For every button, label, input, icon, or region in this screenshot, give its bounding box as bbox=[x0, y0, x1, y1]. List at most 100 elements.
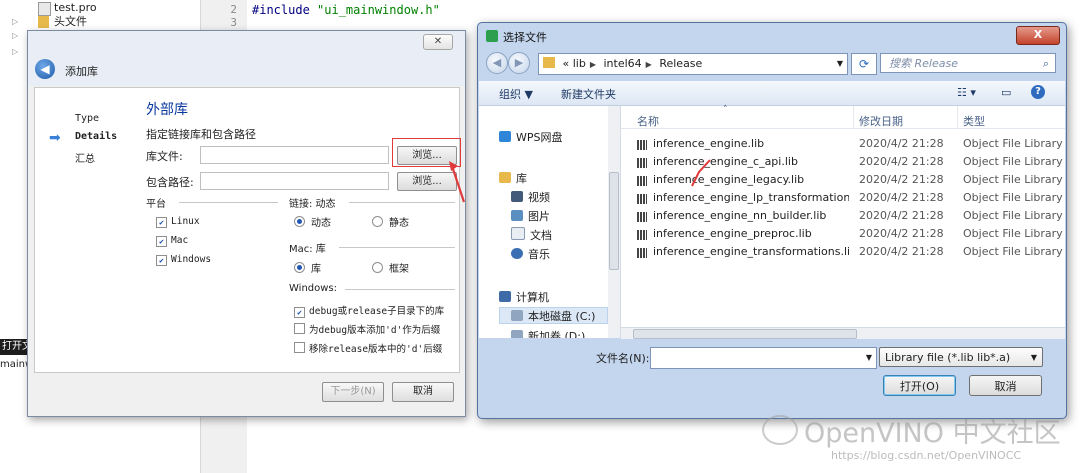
file-row[interactable]: inference_engine_transformations.lib 2020… bbox=[621, 245, 1065, 262]
step-details: Details bbox=[75, 131, 118, 142]
cancel-button[interactable]: 取消 bbox=[969, 375, 1042, 396]
radio-static[interactable]: 静态 bbox=[372, 214, 409, 229]
mac-group-title: Mac: 库 bbox=[289, 240, 329, 255]
radio-dot[interactable] bbox=[294, 262, 305, 273]
step-type: Type bbox=[75, 113, 100, 124]
column-divider bbox=[957, 106, 958, 128]
file-row[interactable]: inference_engine_nn_builder.lib 2020/4/2 … bbox=[621, 209, 1065, 226]
file-row[interactable]: inference_engine_preproc.lib 2020/4/2 21:… bbox=[621, 227, 1065, 244]
nav-pictures[interactable]: 图片 bbox=[511, 208, 550, 224]
column-headers: 名称 ˄ 修改日期 类型 bbox=[621, 105, 1065, 129]
search-icon[interactable]: ⌕ bbox=[1043, 54, 1049, 74]
next-button[interactable]: 下一步(N) bbox=[322, 382, 384, 402]
tree-item-headers[interactable]: ▷ 头文件 bbox=[12, 14, 192, 30]
linkage-group-title: 链接: 动态 bbox=[289, 195, 339, 210]
cloud-icon bbox=[499, 131, 511, 142]
wizard-cancel-button[interactable]: 取消 bbox=[392, 382, 454, 402]
view-options-icon[interactable]: ☷ ▾ bbox=[957, 86, 976, 99]
column-date[interactable]: 修改日期 bbox=[859, 113, 903, 129]
folder-icon bbox=[543, 57, 555, 68]
windows-group-title: Windows: bbox=[289, 283, 341, 294]
checkbox-box[interactable] bbox=[294, 342, 305, 353]
file-browser: WPS网盘 库 视频 图片 文档 音乐 计算机 本地磁盘 (C:) 新加卷 (D… bbox=[479, 105, 1065, 339]
breadcrumb-release[interactable]: Release bbox=[659, 57, 702, 70]
scroll-thumb[interactable] bbox=[633, 329, 857, 339]
nav-wps-cloud[interactable]: WPS网盘 bbox=[499, 129, 563, 145]
column-name[interactable]: 名称 bbox=[637, 113, 659, 129]
include-path-input[interactable] bbox=[200, 172, 389, 190]
wizard-title: 添加库 bbox=[65, 65, 98, 78]
filename-label: 文件名(N): bbox=[596, 352, 650, 365]
search-input[interactable]: 搜索 Release ⌕ bbox=[880, 53, 1056, 73]
checkbox-box[interactable]: ✔ bbox=[156, 255, 167, 266]
folder-icon bbox=[38, 16, 49, 28]
library-file-icon bbox=[637, 194, 647, 204]
chevron-right-icon: ▶ bbox=[645, 60, 652, 69]
code-line[interactable]: #include "ui_mainwindow.h" bbox=[252, 3, 440, 17]
breadcrumb-lib[interactable]: lib bbox=[573, 57, 586, 70]
file-row[interactable]: inference_engine_c_api.lib 2020/4/2 21:28… bbox=[621, 155, 1065, 172]
back-icon[interactable]: ◀ bbox=[486, 52, 508, 74]
preview-pane-icon[interactable]: ▭ bbox=[1001, 86, 1011, 99]
app-icon bbox=[486, 30, 498, 42]
document-icon bbox=[511, 227, 525, 240]
address-bar[interactable]: « lib ▶ intel64 ▶ Release ▼ bbox=[538, 53, 848, 75]
column-type[interactable]: 类型 bbox=[963, 113, 985, 129]
chevron-down-icon[interactable]: ▼ bbox=[866, 353, 872, 362]
checkbox-mac[interactable]: ✔ Mac bbox=[156, 235, 188, 247]
back-arrow-icon[interactable]: ◀ bbox=[35, 59, 55, 79]
checkbox-box[interactable] bbox=[294, 323, 305, 334]
checkbox-box[interactable]: ✔ bbox=[156, 236, 167, 247]
line-number: 2 bbox=[230, 3, 237, 16]
nav-video[interactable]: 视频 bbox=[511, 189, 550, 205]
file-row[interactable]: inference_engine_legacy.lib 2020/4/2 21:2… bbox=[621, 173, 1065, 190]
checkbox-add-d-suffix[interactable]: 为debug版本添加'd'作为后缀 bbox=[294, 322, 440, 336]
library-file-input[interactable] bbox=[200, 146, 389, 164]
checkbox-remove-d-suffix[interactable]: 移除release版本中的'd'后缀 bbox=[294, 341, 442, 355]
sort-up-icon: ˄ bbox=[723, 105, 728, 115]
nav-documents[interactable]: 文档 bbox=[511, 227, 552, 243]
radio-dot[interactable] bbox=[294, 216, 305, 227]
computer-icon bbox=[499, 291, 511, 302]
checkbox-debug-release-subdir[interactable]: ✔ debug或release子目录下的库 bbox=[294, 303, 444, 318]
horizontal-scrollbar[interactable] bbox=[621, 327, 1065, 339]
library-file-icon bbox=[637, 176, 647, 186]
group-divider bbox=[179, 202, 278, 203]
file-type-select[interactable]: Library file (*.lib lib*.a) ▼ bbox=[879, 347, 1043, 367]
breadcrumb-intel64[interactable]: intel64 bbox=[604, 57, 642, 70]
new-folder-button[interactable]: 新建文件夹 bbox=[561, 86, 616, 102]
radio-mac-framework[interactable]: 框架 bbox=[372, 260, 409, 275]
radio-mac-library[interactable]: 库 bbox=[294, 260, 321, 275]
close-icon[interactable]: ✕ bbox=[423, 34, 453, 50]
radio-dot[interactable] bbox=[372, 216, 383, 227]
open-button[interactable]: 打开(O) bbox=[883, 375, 956, 396]
file-row[interactable]: inference_engine_lp_transformations.l...… bbox=[621, 191, 1065, 208]
help-icon[interactable]: ? bbox=[1031, 85, 1045, 99]
forward-icon[interactable]: ▶ bbox=[508, 52, 530, 74]
nav-music[interactable]: 音乐 bbox=[511, 246, 550, 262]
expand-arrow-icon[interactable]: ▷ bbox=[12, 44, 22, 60]
checkbox-linux[interactable]: ✔ Linux bbox=[156, 216, 200, 228]
checkbox-windows[interactable]: ✔ Windows bbox=[156, 254, 211, 266]
add-library-wizard: ✕ ◀ 添加库 Type ➡ Details 汇总 外部库 指定链接库和包含路径… bbox=[27, 30, 466, 417]
refresh-icon[interactable]: ⟳ bbox=[851, 53, 877, 75]
expand-arrow-icon[interactable]: ▷ bbox=[12, 28, 22, 44]
filename-input[interactable]: ▼ bbox=[650, 347, 877, 369]
checkbox-box[interactable]: ✔ bbox=[294, 307, 305, 318]
radio-dynamic[interactable]: 动态 bbox=[294, 214, 331, 229]
radio-dot[interactable] bbox=[372, 262, 383, 273]
close-icon[interactable]: X bbox=[1016, 26, 1060, 45]
nav-scrollbar[interactable] bbox=[608, 106, 621, 338]
file-row[interactable]: inference_engine.lib 2020/4/2 21:28 Object… bbox=[621, 137, 1065, 154]
nav-drive-c[interactable]: 本地磁盘 (C:) bbox=[511, 308, 595, 324]
nav-drive-d[interactable]: 新加卷 (D:) bbox=[511, 328, 585, 338]
nav-library[interactable]: 库 bbox=[499, 170, 527, 186]
drive-icon bbox=[511, 330, 523, 338]
nav-computer[interactable]: 计算机 bbox=[499, 289, 549, 305]
wizard-body: Type ➡ Details 汇总 外部库 指定链接库和包含路径 库文件: 浏览… bbox=[34, 87, 461, 373]
scroll-thumb[interactable] bbox=[609, 172, 619, 270]
chevron-down-icon[interactable]: ▼ bbox=[837, 54, 843, 74]
checkbox-box[interactable]: ✔ bbox=[156, 217, 167, 228]
code-string: "ui_mainwindow.h" bbox=[317, 3, 440, 17]
organize-menu[interactable]: 组织 ▼ bbox=[499, 86, 533, 102]
